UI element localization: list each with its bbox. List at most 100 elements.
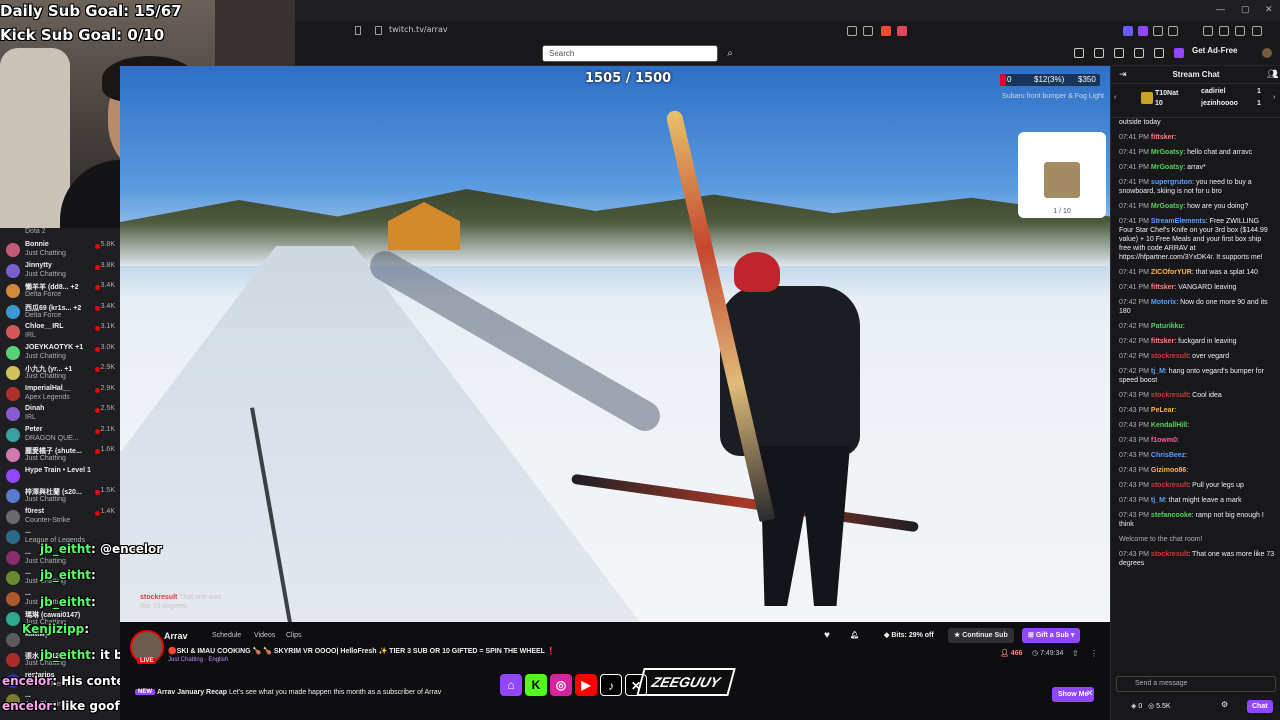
sidebar-channel[interactable]: JOEYKAOTYK +1 Just Chatting 3.0K	[0, 343, 120, 365]
reader-icon[interactable]	[847, 26, 857, 36]
tab-schedule[interactable]: Schedule	[212, 632, 241, 639]
vpn-icon[interactable]	[1235, 26, 1245, 36]
sidebar-channel[interactable]: Bonnie Just Chatting 5.8K	[0, 240, 120, 262]
share-icon[interactable]: ⇧	[1072, 649, 1079, 658]
sidebar-channel[interactable]: 小九九 (yr... +1 Just Chatting 2.9K	[0, 363, 120, 385]
chat-send-button[interactable]: Chat	[1247, 700, 1273, 713]
sidebar-channel[interactable]: f0rest Counter-Strike 1.4K	[0, 507, 120, 529]
sidebar-channel[interactable]: 西瓜69 (kr1s... +2 Delta Force 3.4K	[0, 302, 120, 324]
extension-icon[interactable]	[1123, 26, 1133, 36]
gifters-prev-icon[interactable]: ‹	[1114, 94, 1116, 101]
menu-icon[interactable]	[1252, 26, 1262, 36]
chat-username[interactable]: stefancooke	[1151, 512, 1192, 519]
continue-sub-button[interactable]: ★ Continue Sub	[948, 628, 1014, 643]
live-dot-icon	[95, 449, 100, 454]
sidebar-channel[interactable]: Hype Train • Level 1	[0, 466, 120, 488]
brave-shield-icon[interactable]	[881, 26, 891, 36]
tab-clips[interactable]: Clips	[286, 632, 302, 639]
overlay-chat-text: :	[84, 622, 90, 636]
chat-username[interactable]: stockresult	[1151, 392, 1188, 399]
sidebar-viewer-count: 3.0K	[100, 343, 115, 351]
bits-button[interactable]: ◆ Bits: 29% off	[878, 628, 940, 643]
chat-username[interactable]: tj_M	[1151, 368, 1165, 375]
inbox-icon[interactable]	[1094, 48, 1104, 58]
chat-username[interactable]: Gizimoo86	[1151, 467, 1186, 474]
goal-left: 0	[1007, 75, 1012, 84]
chat-username[interactable]: fittsker	[1151, 134, 1174, 141]
chat-input[interactable]: Send a message	[1116, 676, 1276, 692]
chat-message: 07:41 PM ZICOforYUR: that was a splat 14…	[1119, 268, 1275, 277]
chat-username[interactable]: fittsker	[1151, 338, 1174, 345]
chat-username[interactable]: KendallHill	[1151, 422, 1187, 429]
wallet-icon[interactable]	[1203, 26, 1213, 36]
tab-videos[interactable]: Videos	[254, 632, 275, 639]
chat-username[interactable]: supergruton	[1151, 179, 1192, 186]
user-avatar[interactable]	[1262, 48, 1272, 58]
chat-username[interactable]: ChrisBeez	[1151, 452, 1185, 459]
sidebar-channel-category: IRL	[25, 332, 36, 339]
url-text[interactable]: twitch.tv/arrav	[389, 25, 448, 34]
chat-username[interactable]: Motorix	[1151, 299, 1176, 306]
video-player[interactable]: 1505 / 1500 0 $12(3%) $350 Subaru front …	[120, 66, 1110, 622]
gift-sub-button[interactable]: ⊞ Gift a Sub ▾	[1022, 628, 1081, 643]
chat-username[interactable]: PeLear	[1151, 407, 1174, 414]
chat-panel: ⇥ Stream Chat 👥︎ ‹ T10Nat 10 cadiriel 1 …	[1110, 66, 1280, 720]
chat-username[interactable]: MrGoatsy	[1151, 149, 1183, 156]
sidebar-channel[interactable]: Peter DRAGON QUE... 2.1K	[0, 425, 120, 447]
minimize-icon[interactable]: —	[1216, 4, 1225, 14]
chat-username[interactable]: Paturikku	[1151, 323, 1183, 330]
sidebar-channel[interactable]: Jinnytty Just Chatting 3.8K	[0, 261, 120, 283]
sidebar-channel[interactable]: 梓澤與杜蘭 (s20... Just Chatting 1.5K	[0, 486, 120, 508]
chat-users-icon[interactable]: 👥︎	[1267, 69, 1278, 80]
sidebar-channel[interactable]: 麗愛橘子 (shute... Just Chatting 1.6K	[0, 445, 120, 467]
sidebar-channel[interactable]: 懶羊羊 (dd8... +2 Delta Force 3.4K	[0, 281, 120, 303]
chat-username[interactable]: tj_M	[1151, 497, 1165, 504]
chat-username[interactable]: MrGoatsy	[1151, 164, 1183, 171]
close-icon[interactable]: ✕	[1265, 4, 1273, 15]
chat-username[interactable]: stockresult	[1151, 353, 1188, 360]
tabs-icon[interactable]	[1219, 26, 1229, 36]
rewards-icon[interactable]	[897, 26, 907, 36]
channel-avatar	[6, 263, 20, 278]
chat-username[interactable]: fittsker	[1151, 284, 1174, 291]
category-label[interactable]: Just Chatting	[168, 657, 203, 663]
more-options-icon[interactable]: ⋮	[1090, 649, 1098, 658]
chat-username[interactable]: f1owm0	[1151, 437, 1177, 444]
puzzle-icon[interactable]	[1153, 26, 1163, 36]
chat-username[interactable]: stockresult	[1151, 551, 1188, 558]
close-promo-icon[interactable]: ✕	[1086, 688, 1094, 699]
channel-name[interactable]: Arrav	[164, 631, 188, 641]
whispers-icon[interactable]	[1114, 48, 1124, 58]
channel-points[interactable]: ◈ 0 ◎ 5.5K	[1131, 702, 1171, 710]
points-value-2: 5.5K	[1156, 703, 1171, 710]
chat-message: Welcome to the chat room!	[1119, 535, 1275, 544]
follow-heart-icon[interactable]: ♥	[818, 628, 836, 643]
chat-username[interactable]: MrGoatsy	[1151, 203, 1183, 210]
sidebar-icon[interactable]	[1168, 26, 1178, 36]
promo-title: Arrav January Recap	[157, 689, 228, 696]
daily-sub-goal: Daily Sub Goal: 15/67	[0, 2, 182, 20]
maximize-icon[interactable]: ▢	[1241, 4, 1250, 15]
twitch-extension-icon[interactable]	[1138, 26, 1148, 36]
language-label[interactable]: English	[208, 657, 228, 663]
channel-avatar	[6, 304, 20, 319]
chat-username[interactable]: StreamElements	[1151, 218, 1206, 225]
gifters-next-icon[interactable]: ›	[1273, 94, 1275, 101]
chat-settings-icon[interactable]: ⚙	[1221, 700, 1228, 709]
sidebar-channel[interactable]: Chloe__IRL IRL 3.1K	[0, 322, 120, 344]
sidebar-channel[interactable]: ImperialHal__ Apex Legends 2.9K	[0, 384, 120, 406]
chat-username[interactable]: ZICOforYUR	[1151, 269, 1192, 276]
bits-icon[interactable]	[1134, 48, 1144, 58]
share-icon[interactable]	[863, 26, 873, 36]
search-input[interactable]: Search	[542, 45, 718, 62]
sidebar-channel[interactable]: Dinah IRL 2.5K	[0, 404, 120, 426]
chat-username[interactable]: stockresult	[1151, 482, 1188, 489]
notification-bell-icon[interactable]: 🔔︎	[844, 628, 865, 643]
search-icon[interactable]: ⌕	[722, 45, 738, 62]
sidebar-channel-name: Peter	[25, 425, 43, 433]
bookmark-icon[interactable]	[355, 26, 361, 35]
stream-category[interactable]: Just Chatting · English	[168, 657, 228, 663]
notifications-icon[interactable]	[1154, 48, 1164, 58]
get-ad-free-button[interactable]: Get Ad-Free	[1192, 46, 1238, 55]
prime-icon[interactable]	[1074, 48, 1084, 58]
